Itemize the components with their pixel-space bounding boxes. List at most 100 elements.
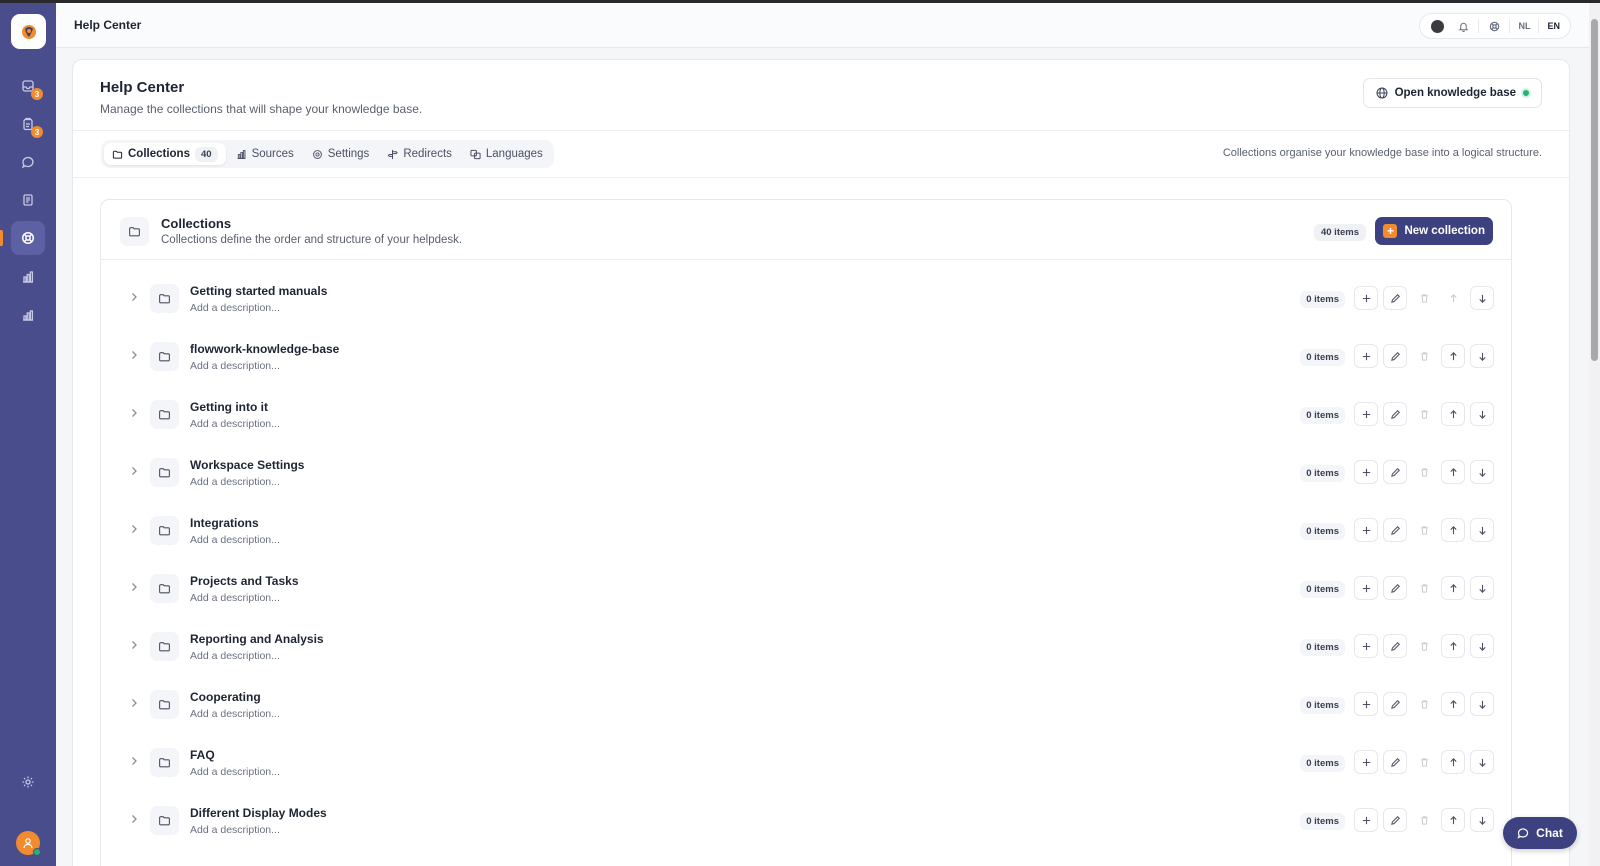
table-row[interactable]: FAQ Add a description... 0 items xyxy=(101,724,1511,782)
delete-collection-button[interactable] xyxy=(1412,402,1436,426)
delete-collection-button[interactable] xyxy=(1412,460,1436,484)
table-row[interactable]: Getting into it Add a description... 0 ite… xyxy=(101,376,1511,434)
add-article-button[interactable] xyxy=(1354,518,1378,542)
page-scrollbar[interactable] xyxy=(1589,3,1600,866)
chevron-right-icon[interactable] xyxy=(128,407,140,419)
move-down-button[interactable] xyxy=(1470,634,1494,658)
move-up-button[interactable] xyxy=(1441,750,1465,774)
language-en[interactable]: EN xyxy=(1543,21,1564,31)
move-down-button[interactable] xyxy=(1470,808,1494,832)
chat-button[interactable]: Chat xyxy=(1503,817,1577,849)
move-down-button[interactable] xyxy=(1470,344,1494,368)
sidebar-item-settings[interactable] xyxy=(11,765,45,799)
collection-title[interactable]: flowwork-knowledge-base xyxy=(190,342,339,356)
collection-title[interactable]: Cooperating xyxy=(190,690,261,704)
help-button[interactable] xyxy=(1483,15,1505,37)
collection-title[interactable]: Projects and Tasks xyxy=(190,574,299,588)
delete-collection-button[interactable] xyxy=(1412,344,1436,368)
sidebar-item-help-center[interactable] xyxy=(0,221,45,255)
chevron-right-icon[interactable] xyxy=(128,349,140,361)
add-article-button[interactable] xyxy=(1354,634,1378,658)
collection-title[interactable]: Reporting and Analysis xyxy=(190,632,324,646)
move-up-button[interactable] xyxy=(1441,518,1465,542)
table-row[interactable]: Projects and Tasks Add a description... 0 … xyxy=(101,550,1511,608)
table-row[interactable]: flowwork-knowledge-base Add a description… xyxy=(101,318,1511,376)
add-article-button[interactable] xyxy=(1354,750,1378,774)
table-row[interactable]: Getting started manuals Add a description… xyxy=(101,260,1511,318)
table-row[interactable]: Reporting and Analysis Add a description.… xyxy=(101,608,1511,666)
move-up-button[interactable] xyxy=(1441,808,1465,832)
collection-description[interactable]: Add a description... xyxy=(190,302,280,314)
chevron-right-icon[interactable] xyxy=(128,523,140,535)
edit-collection-button[interactable] xyxy=(1383,460,1407,484)
collection-description[interactable]: Add a description... xyxy=(190,708,280,720)
edit-collection-button[interactable] xyxy=(1383,750,1407,774)
edit-collection-button[interactable] xyxy=(1383,576,1407,600)
table-row[interactable]: Workspace Settings Add a description... 0 … xyxy=(101,434,1511,492)
collection-title[interactable]: Integrations xyxy=(190,516,259,530)
sidebar-item-reports[interactable] xyxy=(11,260,45,294)
sidebar-item-conversations[interactable] xyxy=(11,145,45,179)
move-up-button[interactable] xyxy=(1441,692,1465,716)
move-up-button[interactable] xyxy=(1441,576,1465,600)
edit-collection-button[interactable] xyxy=(1383,344,1407,368)
add-article-button[interactable] xyxy=(1354,286,1378,310)
collection-description[interactable]: Add a description... xyxy=(190,476,280,488)
add-article-button[interactable] xyxy=(1354,460,1378,484)
move-down-button[interactable] xyxy=(1470,286,1494,310)
edit-collection-button[interactable] xyxy=(1383,518,1407,542)
table-row[interactable]: Integrations Add a description... 0 items xyxy=(101,492,1511,550)
sidebar-item-inbox[interactable]: 3 xyxy=(11,69,45,103)
scrollbar-thumb[interactable] xyxy=(1591,19,1598,361)
collection-title[interactable]: FAQ xyxy=(190,748,215,762)
collection-title[interactable]: Different Display Modes xyxy=(190,806,327,820)
open-knowledge-base-button[interactable]: Open knowledge base xyxy=(1362,78,1542,108)
tab-languages[interactable]: Languages xyxy=(462,143,551,165)
move-down-button[interactable] xyxy=(1470,576,1494,600)
delete-collection-button[interactable] xyxy=(1412,692,1436,716)
add-article-button[interactable] xyxy=(1354,344,1378,368)
theme-toggle[interactable] xyxy=(1426,15,1448,37)
new-collection-button[interactable]: + New collection xyxy=(1375,217,1493,245)
move-down-button[interactable] xyxy=(1470,750,1494,774)
chevron-right-icon[interactable] xyxy=(128,755,140,767)
sidebar-item-tasks[interactable]: 3 xyxy=(11,107,45,141)
collection-description[interactable]: Add a description... xyxy=(190,824,280,836)
add-article-button[interactable] xyxy=(1354,808,1378,832)
collection-description[interactable]: Add a description... xyxy=(190,418,280,430)
add-article-button[interactable] xyxy=(1354,692,1378,716)
add-article-button[interactable] xyxy=(1354,576,1378,600)
sidebar-item-analytics[interactable] xyxy=(11,298,45,332)
collection-description[interactable]: Add a description... xyxy=(190,360,280,372)
edit-collection-button[interactable] xyxy=(1383,692,1407,716)
collection-description[interactable]: Add a description... xyxy=(190,592,280,604)
app-logo[interactable] xyxy=(11,14,46,49)
edit-collection-button[interactable] xyxy=(1383,634,1407,658)
tab-sources[interactable]: Sources xyxy=(228,143,302,165)
collection-title[interactable]: Workspace Settings xyxy=(190,458,304,472)
move-up-button[interactable] xyxy=(1441,634,1465,658)
collection-description[interactable]: Add a description... xyxy=(190,650,280,662)
move-down-button[interactable] xyxy=(1470,692,1494,716)
language-nl[interactable]: NL xyxy=(1514,21,1534,31)
edit-collection-button[interactable] xyxy=(1383,402,1407,426)
delete-collection-button[interactable] xyxy=(1412,808,1436,832)
edit-collection-button[interactable] xyxy=(1383,808,1407,832)
move-up-button[interactable] xyxy=(1441,460,1465,484)
delete-collection-button[interactable] xyxy=(1412,576,1436,600)
chevron-right-icon[interactable] xyxy=(128,697,140,709)
collection-title[interactable]: Getting started manuals xyxy=(190,284,327,298)
collection-description[interactable]: Add a description... xyxy=(190,766,280,778)
delete-collection-button[interactable] xyxy=(1412,634,1436,658)
tab-redirects[interactable]: Redirects xyxy=(379,143,460,165)
collection-description[interactable]: Add a description... xyxy=(190,534,280,546)
delete-collection-button[interactable] xyxy=(1412,286,1436,310)
delete-collection-button[interactable] xyxy=(1412,518,1436,542)
move-down-button[interactable] xyxy=(1470,460,1494,484)
edit-collection-button[interactable] xyxy=(1383,286,1407,310)
tab-collections[interactable]: Collections 40 xyxy=(104,143,226,165)
chevron-right-icon[interactable] xyxy=(128,291,140,303)
move-up-button[interactable] xyxy=(1441,402,1465,426)
move-down-button[interactable] xyxy=(1470,518,1494,542)
add-article-button[interactable] xyxy=(1354,402,1378,426)
